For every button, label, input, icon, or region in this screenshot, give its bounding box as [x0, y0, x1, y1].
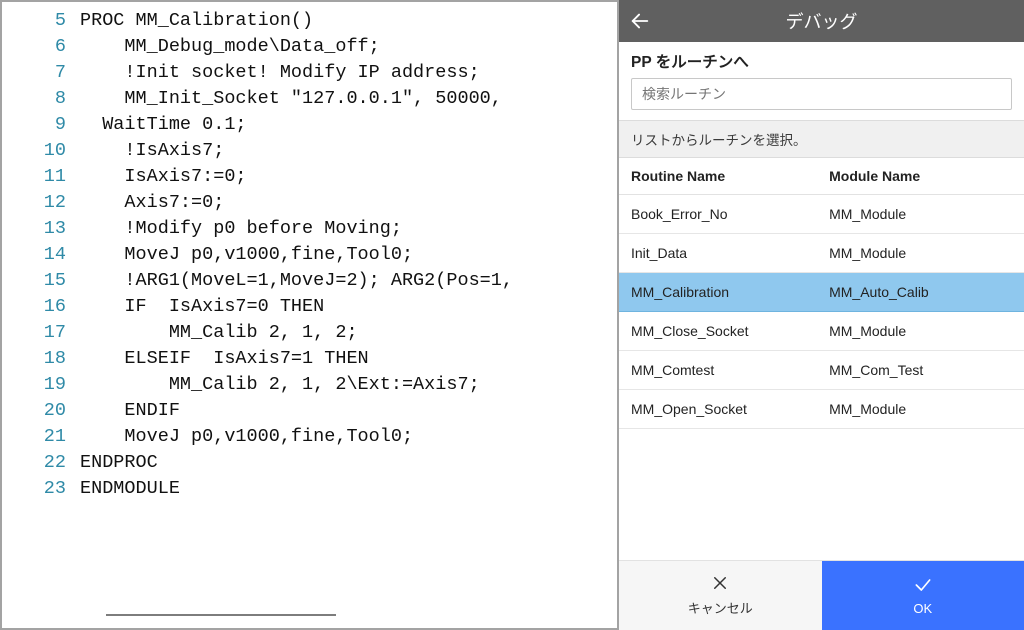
routine-row[interactable]: Init_DataMM_Module [619, 234, 1024, 273]
line-text: !Modify p0 before Moving; [80, 216, 402, 242]
routine-cell: MM_Close_Socket [631, 323, 829, 339]
code-line[interactable]: 18 ELSEIF IsAxis7=1 THEN [2, 346, 617, 372]
line-number: 17 [2, 320, 80, 346]
line-text: WaitTime 0.1; [80, 112, 247, 138]
routine-row[interactable]: MM_ComtestMM_Com_Test [619, 351, 1024, 390]
code-line[interactable]: 12 Axis7:=0; [2, 190, 617, 216]
check-icon [913, 575, 933, 598]
code-line[interactable]: 13 !Modify p0 before Moving; [2, 216, 617, 242]
line-number: 19 [2, 372, 80, 398]
module-cell: MM_Module [829, 401, 1012, 417]
col-module-name: Module Name [829, 168, 1012, 184]
code-line[interactable]: 17 MM_Calib 2, 1, 2; [2, 320, 617, 346]
line-number: 22 [2, 450, 80, 476]
line-text: IsAxis7:=0; [80, 164, 247, 190]
routine-row[interactable]: Book_Error_NoMM_Module [619, 195, 1024, 234]
ok-button[interactable]: OK [822, 561, 1024, 630]
line-text: !IsAxis7; [80, 138, 224, 164]
module-cell: MM_Auto_Calib [829, 284, 1012, 300]
routine-cell: MM_Open_Socket [631, 401, 829, 417]
module-cell: MM_Module [829, 245, 1012, 261]
line-number: 8 [2, 86, 80, 112]
module-cell: MM_Module [829, 206, 1012, 222]
line-number: 21 [2, 424, 80, 450]
routine-row[interactable]: MM_CalibrationMM_Auto_Calib [619, 273, 1024, 312]
line-number: 6 [2, 34, 80, 60]
line-number: 16 [2, 294, 80, 320]
line-text: IF IsAxis7=0 THEN [80, 294, 324, 320]
routine-cell: MM_Comtest [631, 362, 829, 378]
debug-header: デバッグ [619, 0, 1024, 42]
line-number: 7 [2, 60, 80, 86]
routine-cell: Book_Error_No [631, 206, 829, 222]
line-number: 11 [2, 164, 80, 190]
line-text: MM_Debug_mode\Data_off; [80, 34, 380, 60]
line-text: ENDIF [80, 398, 180, 424]
horizontal-scrollbar[interactable] [106, 614, 336, 616]
code-line[interactable]: 14 MoveJ p0,v1000,fine,Tool0; [2, 242, 617, 268]
debug-title: デバッグ [619, 8, 1024, 34]
module-cell: MM_Module [829, 323, 1012, 339]
search-input[interactable] [631, 78, 1012, 110]
back-arrow-icon[interactable] [619, 0, 661, 42]
line-text: MM_Init_Socket "127.0.0.1", 50000, [80, 86, 502, 112]
list-header: Routine Name Module Name [619, 158, 1024, 195]
line-number: 20 [2, 398, 80, 424]
dialog-footer: キャンセル OK [619, 560, 1024, 630]
line-number: 23 [2, 476, 80, 502]
line-text: Axis7:=0; [80, 190, 224, 216]
line-text: !Init socket! Modify IP address; [80, 60, 480, 86]
routine-cell: MM_Calibration [631, 284, 829, 300]
code-line[interactable]: 8 MM_Init_Socket "127.0.0.1", 50000, [2, 86, 617, 112]
code-line[interactable]: 7 !Init socket! Modify IP address; [2, 60, 617, 86]
code-line[interactable]: 10 !IsAxis7; [2, 138, 617, 164]
line-number: 12 [2, 190, 80, 216]
line-text: MM_Calib 2, 1, 2\Ext:=Axis7; [80, 372, 480, 398]
code-line[interactable]: 21 MoveJ p0,v1000,fine,Tool0; [2, 424, 617, 450]
code-line[interactable]: 23ENDMODULE [2, 476, 617, 502]
line-text: MM_Calib 2, 1, 2; [80, 320, 358, 346]
code-line[interactable]: 9 WaitTime 0.1; [2, 112, 617, 138]
code-line[interactable]: 22ENDPROC [2, 450, 617, 476]
line-text: MoveJ p0,v1000,fine,Tool0; [80, 242, 413, 268]
code-editor-pane[interactable]: 5PROC MM_Calibration()6 MM_Debug_mode\Da… [0, 0, 619, 630]
line-text: ENDMODULE [80, 476, 180, 502]
line-number: 5 [2, 8, 80, 34]
code-line[interactable]: 11 IsAxis7:=0; [2, 164, 617, 190]
pp-to-routine-label: PP をルーチンへ [619, 42, 1024, 78]
line-text: ENDPROC [80, 450, 158, 476]
line-number: 10 [2, 138, 80, 164]
cancel-label: キャンセル [688, 598, 753, 617]
routine-row[interactable]: MM_Open_SocketMM_Module [619, 390, 1024, 429]
code-line[interactable]: 19 MM_Calib 2, 1, 2\Ext:=Axis7; [2, 372, 617, 398]
line-text: MoveJ p0,v1000,fine,Tool0; [80, 424, 413, 450]
line-text: !ARG1(MoveL=1,MoveJ=2); ARG2(Pos=1, [80, 268, 513, 294]
code-line[interactable]: 15 !ARG1(MoveL=1,MoveJ=2); ARG2(Pos=1, [2, 268, 617, 294]
code-line[interactable]: 5PROC MM_Calibration() [2, 8, 617, 34]
ok-label: OK [913, 601, 932, 616]
line-number: 14 [2, 242, 80, 268]
line-text: ELSEIF IsAxis7=1 THEN [80, 346, 369, 372]
list-hint-label: リストからルーチンを選択。 [619, 120, 1024, 158]
code-line[interactable]: 16 IF IsAxis7=0 THEN [2, 294, 617, 320]
col-routine-name: Routine Name [631, 168, 829, 184]
line-text: PROC MM_Calibration() [80, 8, 313, 34]
line-number: 9 [2, 112, 80, 138]
line-number: 13 [2, 216, 80, 242]
routine-cell: Init_Data [631, 245, 829, 261]
routine-list: Book_Error_NoMM_ModuleInit_DataMM_Module… [619, 195, 1024, 429]
code-line[interactable]: 20 ENDIF [2, 398, 617, 424]
routine-row[interactable]: MM_Close_SocketMM_Module [619, 312, 1024, 351]
code-line[interactable]: 6 MM_Debug_mode\Data_off; [2, 34, 617, 60]
line-number: 18 [2, 346, 80, 372]
cancel-button[interactable]: キャンセル [619, 561, 822, 630]
module-cell: MM_Com_Test [829, 362, 1012, 378]
debug-panel: デバッグ PP をルーチンへ リストからルーチンを選択。 Routine Nam… [619, 0, 1024, 630]
line-number: 15 [2, 268, 80, 294]
close-icon [711, 574, 729, 595]
